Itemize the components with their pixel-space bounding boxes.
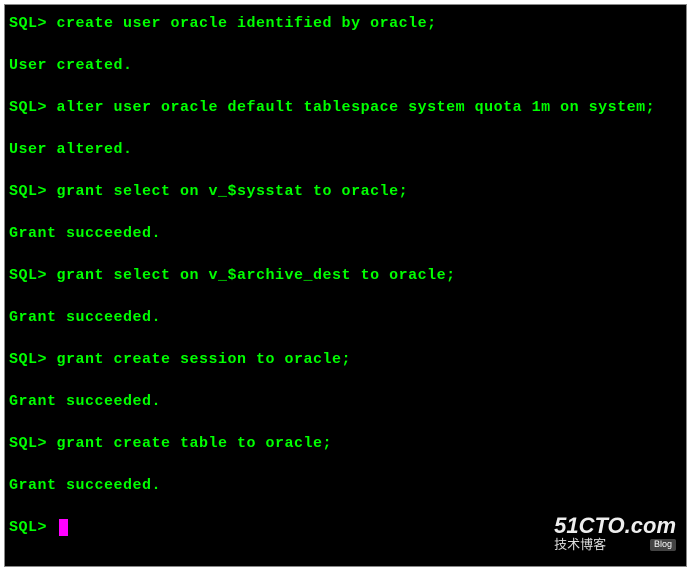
blank-line: [9, 328, 682, 349]
command-line: SQL> grant select on v_$archive_dest to …: [9, 265, 682, 286]
output-line: User created.: [9, 55, 682, 76]
cursor-icon: [59, 519, 68, 536]
command-line: SQL> grant create table to oracle;: [9, 433, 682, 454]
blank-line: [9, 76, 682, 97]
blank-line: [9, 412, 682, 433]
output-line: Grant succeeded.: [9, 223, 682, 244]
watermark-subtitle: 技术博客 Blog: [554, 538, 676, 552]
command-line: SQL> grant select on v_$sysstat to oracl…: [9, 181, 682, 202]
sql-prompt: SQL>: [9, 183, 47, 200]
sql-prompt: SQL>: [9, 351, 47, 368]
command-text: grant create session to oracle;: [47, 351, 351, 368]
blank-line: [9, 454, 682, 475]
command-text: alter user oracle default tablespace sys…: [47, 99, 655, 116]
blank-line: [9, 244, 682, 265]
command-text: grant select on v_$sysstat to oracle;: [47, 183, 408, 200]
output-line: Grant succeeded.: [9, 307, 682, 328]
blank-line: [9, 160, 682, 181]
sql-prompt: SQL>: [9, 15, 47, 32]
command-line: SQL> grant create session to oracle;: [9, 349, 682, 370]
blank-line: [9, 370, 682, 391]
output-line: Grant succeeded.: [9, 475, 682, 496]
sql-prompt: SQL>: [9, 519, 57, 536]
command-line: SQL> alter user oracle default tablespac…: [9, 97, 682, 118]
watermark: 51CTO.com 技术博客 Blog: [554, 514, 676, 552]
blank-line: [9, 118, 682, 139]
command-text: grant create table to oracle;: [47, 435, 332, 452]
sql-prompt: SQL>: [9, 435, 47, 452]
command-text: create user oracle identified by oracle;: [47, 15, 437, 32]
blank-line: [9, 202, 682, 223]
command-line: SQL> create user oracle identified by or…: [9, 13, 682, 34]
blank-line: [9, 34, 682, 55]
output-line: User altered.: [9, 139, 682, 160]
output-line: Grant succeeded.: [9, 391, 682, 412]
command-text: grant select on v_$archive_dest to oracl…: [47, 267, 456, 284]
sql-prompt: SQL>: [9, 99, 47, 116]
sql-prompt: SQL>: [9, 267, 47, 284]
terminal-content: SQL> create user oracle identified by or…: [9, 13, 682, 538]
watermark-site: 51CTO.com: [554, 514, 676, 538]
terminal-window[interactable]: SQL> create user oracle identified by or…: [4, 4, 687, 567]
blog-badge: Blog: [650, 539, 676, 551]
blank-line: [9, 286, 682, 307]
